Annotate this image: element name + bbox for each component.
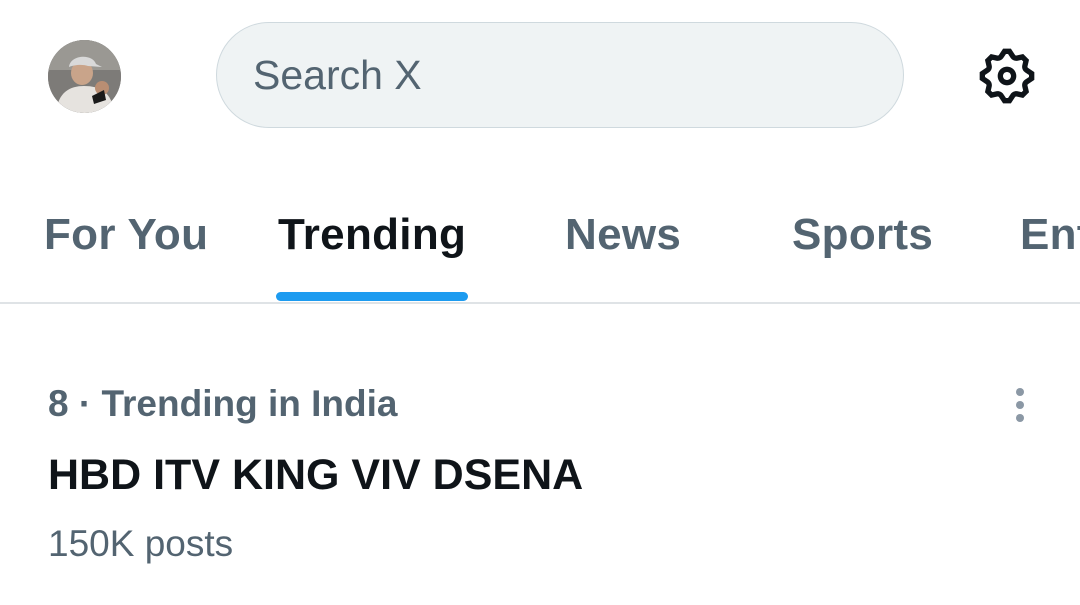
trend-more-button[interactable] <box>996 381 1044 433</box>
tab-label: Ent <box>1020 210 1080 259</box>
search-input[interactable] <box>253 51 853 99</box>
gear-icon <box>979 48 1035 104</box>
trend-title: HBD ITV KING VIV DSENA <box>48 451 584 499</box>
trend-context: 8 · Trending in India <box>48 383 398 424</box>
avatar[interactable] <box>48 40 121 113</box>
tab-label: Trending <box>278 210 467 259</box>
more-vertical-icon <box>1016 388 1024 422</box>
settings-button[interactable] <box>973 42 1041 110</box>
trend-item[interactable]: 8 · Trending in India HBD ITV KING VIV D… <box>0 303 1080 605</box>
active-tab-indicator <box>276 292 468 301</box>
explore-tabs: For You Trending News Sports Ent <box>0 180 1080 302</box>
tab-label: For You <box>44 210 209 259</box>
trend-post-count: 150K posts <box>48 523 234 564</box>
tab-label: News <box>565 210 682 259</box>
profile-avatar-image <box>48 40 121 113</box>
tab-label: Sports <box>792 210 934 259</box>
search-bar[interactable] <box>216 22 904 128</box>
